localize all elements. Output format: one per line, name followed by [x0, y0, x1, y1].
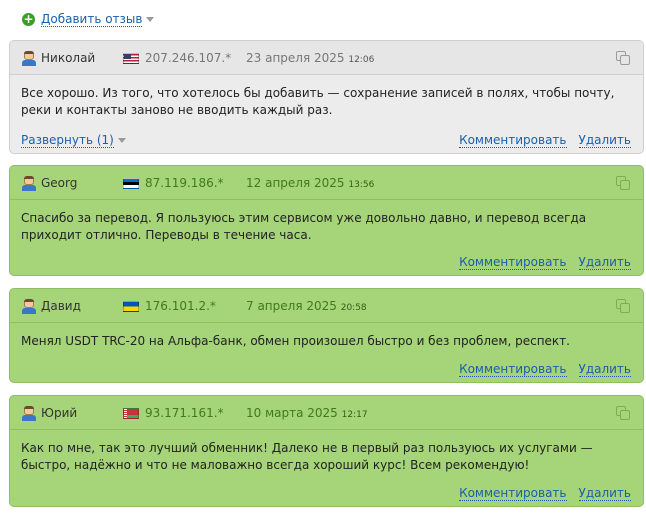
user-icon [22, 176, 36, 191]
comment-link[interactable]: Комментировать [459, 255, 567, 270]
review-author: Николай [41, 51, 96, 65]
review-header: Давид 176.101.2.* 7 апреля 2025 20:58 [10, 289, 643, 323]
delete-link[interactable]: Удалить [578, 362, 631, 377]
review-author: Юрий [41, 406, 78, 420]
review-actions: Комментировать Удалить [459, 486, 631, 501]
review-time: 13:56 [348, 180, 375, 190]
delete-link[interactable]: Удалить [578, 255, 631, 270]
by-flag-icon [123, 408, 139, 419]
review-actions: Комментировать Удалить [459, 133, 631, 148]
copy-icon[interactable] [616, 176, 631, 191]
plus-icon: + [22, 11, 35, 26]
review-card: Николай 207.246.107.* 23 апреля 2025 12:… [9, 40, 644, 154]
expand-link[interactable]: Развернуть (1) [21, 133, 114, 148]
review-ip: 87.119.186.* [145, 176, 224, 190]
copy-icon[interactable] [616, 406, 631, 421]
comment-link[interactable]: Комментировать [459, 362, 567, 377]
user-icon [22, 406, 36, 421]
expand-control[interactable]: Развернуть (1) [21, 133, 126, 148]
review-text: Спасибо за перевод. Я пользуюсь этим сер… [21, 211, 587, 242]
review-time: 12:17 [341, 410, 368, 420]
review-header: Юрий 93.171.161.* 10 марта 2025 12:17 [10, 396, 643, 430]
chevron-down-icon[interactable] [146, 16, 155, 22]
review-ip: 176.101.2.* [145, 299, 216, 313]
comment-link[interactable]: Комментировать [459, 133, 567, 148]
user-icon [22, 299, 36, 314]
delete-link[interactable]: Удалить [578, 133, 631, 148]
review-actions: Комментировать Удалить [459, 255, 631, 270]
review-time: 20:58 [340, 303, 367, 313]
add-review-control[interactable]: + Добавить отзыв [22, 11, 155, 27]
copy-icon[interactable] [616, 51, 631, 66]
review-actions: Комментировать Удалить [459, 362, 631, 377]
review-header: Georg 87.119.186.* 12 апреля 2025 13:56 [10, 166, 643, 200]
review-text: Все хорошо. Из того, что хотелось бы доб… [21, 86, 615, 117]
review-date: 10 марта 2025 12:17 [246, 406, 368, 420]
review-time: 12:06 [348, 55, 375, 65]
review-card: Давид 176.101.2.* 7 апреля 2025 20:58 Ме… [9, 288, 644, 383]
review-card: Georg 87.119.186.* 12 апреля 2025 13:56 … [9, 165, 644, 276]
review-date: 23 апреля 2025 12:06 [246, 51, 375, 65]
review-header: Николай 207.246.107.* 23 апреля 2025 12:… [10, 41, 643, 75]
delete-link[interactable]: Удалить [578, 486, 631, 501]
review-author: Georg [41, 176, 78, 190]
chevron-down-icon[interactable] [117, 138, 126, 143]
review-text: Менял USDT TRC-20 на Альфа-банк, обмен п… [21, 334, 570, 348]
review-author: Давид [41, 299, 81, 313]
ee-flag-icon [123, 178, 139, 189]
review-text: Как по мне, так это лучший обменник! Дал… [21, 441, 593, 472]
add-review-link[interactable]: Добавить отзыв [41, 12, 143, 27]
us-flag-icon [123, 53, 139, 64]
review-body: Как по мне, так это лучший обменник! Дал… [10, 430, 643, 507]
review-body: Менял USDT TRC-20 на Альфа-банк, обмен п… [10, 323, 643, 383]
user-icon [22, 51, 36, 66]
review-body: Спасибо за перевод. Я пользуюсь этим сер… [10, 200, 643, 276]
review-body: Все хорошо. Из того, что хотелось бы доб… [10, 75, 643, 154]
review-ip: 93.171.161.* [145, 406, 224, 420]
ua-flag-icon [123, 301, 139, 312]
review-date: 7 апреля 2025 20:58 [246, 299, 367, 313]
review-card: Юрий 93.171.161.* 10 марта 2025 12:17 Ка… [9, 395, 644, 507]
comment-link[interactable]: Комментировать [459, 486, 567, 501]
review-ip: 207.246.107.* [145, 51, 232, 65]
review-date: 12 апреля 2025 13:56 [246, 176, 375, 190]
copy-icon[interactable] [616, 299, 631, 314]
